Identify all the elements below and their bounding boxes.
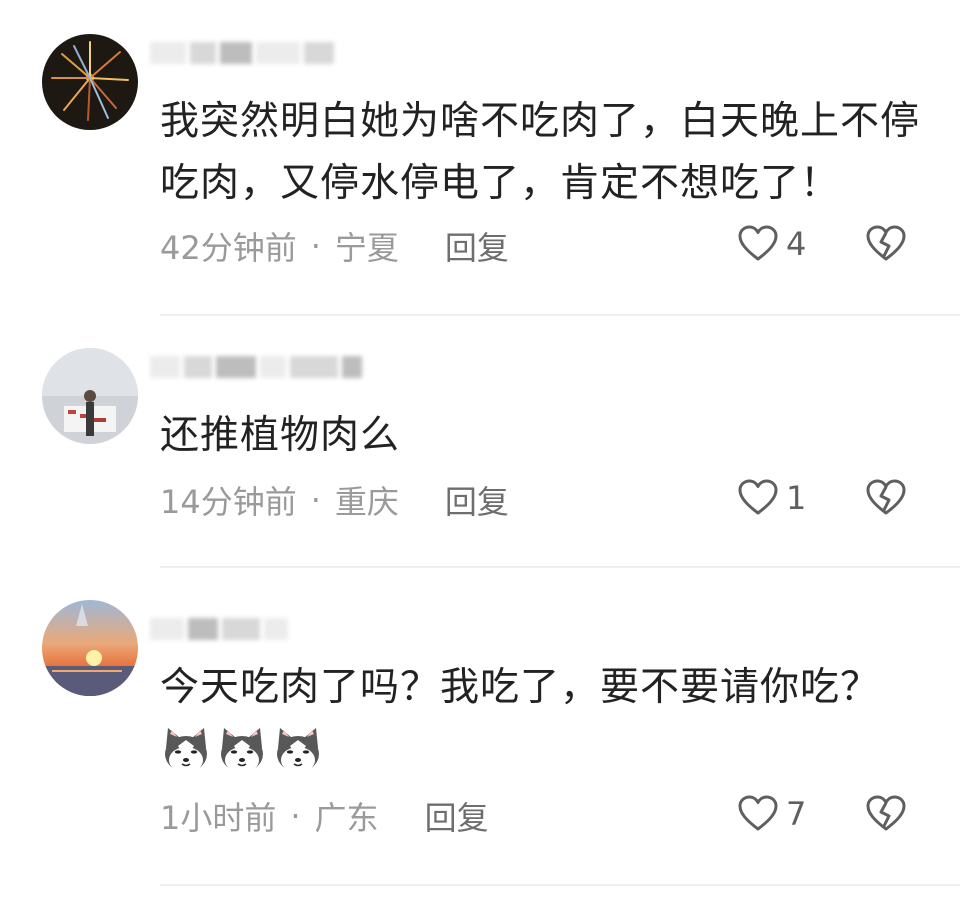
- broken-heart-icon: [866, 795, 906, 831]
- heart-outline-icon: [738, 225, 778, 261]
- comment-item: 还推植物肉么 14分钟前 · 重庆 回复 1: [0, 316, 960, 568]
- heart-outline-icon: [738, 479, 778, 515]
- dislike-button[interactable]: [864, 792, 908, 840]
- husky-dog-emoji: [277, 728, 319, 773]
- fireworks-avatar-image: [42, 34, 138, 130]
- comment-time: 14分钟前: [160, 483, 297, 521]
- comment-item: 我突然明白她为啥不吃肉了，白天晚上不停吃肉，又停水停电了，肯定不想吃了！ 42分…: [0, 0, 960, 316]
- dislike-button[interactable]: [864, 476, 908, 524]
- comment-text: 今天吃肉了吗？我吃了，要不要请你吃？: [160, 665, 881, 710]
- like-button[interactable]: 4: [736, 222, 806, 266]
- person-with-banner-avatar-image: [42, 348, 138, 444]
- avatar[interactable]: [42, 34, 138, 130]
- like-button[interactable]: 7: [736, 792, 806, 836]
- comment-item: 今天吃肉了吗？我吃了，要不要请你吃？ 1小时前 · 广东 回复 7: [0, 568, 960, 900]
- comment-text: 还推植物肉么: [160, 413, 401, 458]
- comment-time: 1小时前: [160, 799, 277, 837]
- reply-button[interactable]: 回复: [445, 477, 509, 523]
- comment-divider: [160, 884, 960, 886]
- husky-dog-emoji: [221, 728, 263, 773]
- username-obscured: [150, 38, 334, 68]
- meta-separator: ·: [310, 481, 321, 519]
- like-button[interactable]: 1: [736, 476, 806, 520]
- broken-heart-icon: [866, 225, 906, 261]
- comment-location: 广东: [314, 799, 379, 837]
- comment-location: 重庆: [334, 483, 399, 521]
- like-count: 1: [786, 479, 807, 517]
- sunset-avatar-image: [42, 600, 138, 696]
- reply-button[interactable]: 回复: [445, 223, 509, 269]
- meta-separator: ·: [290, 797, 301, 835]
- avatar[interactable]: [42, 348, 138, 444]
- meta-separator: ·: [310, 227, 321, 265]
- comment-text: 我突然明白她为啥不吃肉了，白天晚上不停吃肉，又停水停电了，肯定不想吃了！: [160, 99, 921, 206]
- like-count: 4: [786, 225, 807, 263]
- dislike-button[interactable]: [864, 222, 908, 270]
- reply-button[interactable]: 回复: [425, 793, 489, 839]
- username-obscured: [150, 352, 362, 382]
- comment-list: 我突然明白她为啥不吃肉了，白天晚上不停吃肉，又停水停电了，肯定不想吃了！ 42分…: [0, 0, 960, 900]
- heart-outline-icon: [738, 795, 778, 831]
- comment-time: 42分钟前: [160, 229, 297, 267]
- username-obscured: [150, 614, 288, 644]
- husky-dog-emoji: [165, 728, 207, 773]
- avatar[interactable]: [42, 600, 138, 696]
- comment-location: 宁夏: [334, 229, 399, 267]
- like-count: 7: [786, 795, 807, 833]
- emoji-row: [160, 724, 324, 776]
- broken-heart-icon: [866, 479, 906, 515]
